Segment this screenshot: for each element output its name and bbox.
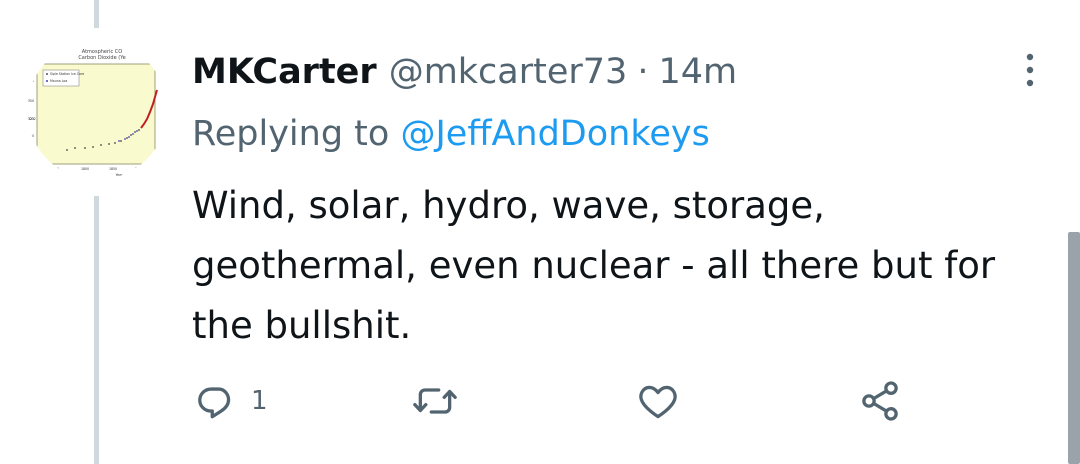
avatar-xtick: 1900: [135, 167, 143, 171]
separator-dot: ·: [637, 52, 649, 92]
reply-icon: [198, 387, 231, 419]
avatar-ytick: 300: [28, 134, 34, 138]
retweet-icon: [413, 388, 457, 414]
share-button[interactable]: [858, 378, 902, 424]
user-handle[interactable]: @mkcarter73: [389, 46, 628, 98]
thread-line-bottom: [94, 196, 99, 464]
display-name[interactable]: MKCarter: [192, 46, 377, 98]
avatar-xlabel: Year: [116, 173, 123, 177]
avatar-xtick: 1850: [109, 167, 117, 171]
timestamp[interactable]: 14m: [658, 46, 737, 98]
avatar-ytick: 275: [28, 149, 34, 153]
avatar[interactable]: Atmospheric CO Carbon Dioxide (Ye Siple …: [27, 40, 167, 180]
replying-to-line: Replying to @JeffAndDonkeys: [192, 110, 710, 158]
avatar-legend-1: Siple Station Ice Core: [50, 72, 84, 76]
tweet-header: MKCarter @mkcarter73 · 14m: [192, 46, 737, 98]
more-vertical-icon: [1026, 53, 1034, 87]
reply-count: 1: [251, 386, 268, 416]
avatar-ytick: 350: [28, 99, 34, 103]
retweet-button[interactable]: [410, 378, 474, 424]
avatar-xtick: 1800: [81, 167, 89, 171]
co2-chart-avatar-icon: Atmospheric CO Carbon Dioxide (Ye Siple …: [27, 40, 167, 180]
avatar-ylabel: CO2: [29, 117, 36, 121]
replying-to-mention[interactable]: @JeffAndDonkeys: [400, 114, 709, 154]
tweet-text: Wind, solar, hydro, wave, storage, geoth…: [192, 184, 996, 347]
avatar-legend-2: Mauna Loa: [50, 79, 67, 83]
thread-line-top: [94, 0, 99, 28]
avatar-ytick: 375: [28, 79, 34, 83]
reply-button[interactable]: 1: [193, 378, 268, 424]
scrollbar[interactable]: [1068, 232, 1080, 464]
heart-icon: [639, 385, 677, 419]
avatar-xtick: 1750: [51, 167, 59, 171]
share-icon: [862, 381, 898, 421]
like-button[interactable]: [636, 378, 694, 424]
more-options-button[interactable]: [1010, 50, 1050, 90]
avatar-title-line-2: Carbon Dioxide (Ye: [78, 55, 125, 61]
replying-to-label: Replying to: [192, 114, 390, 154]
